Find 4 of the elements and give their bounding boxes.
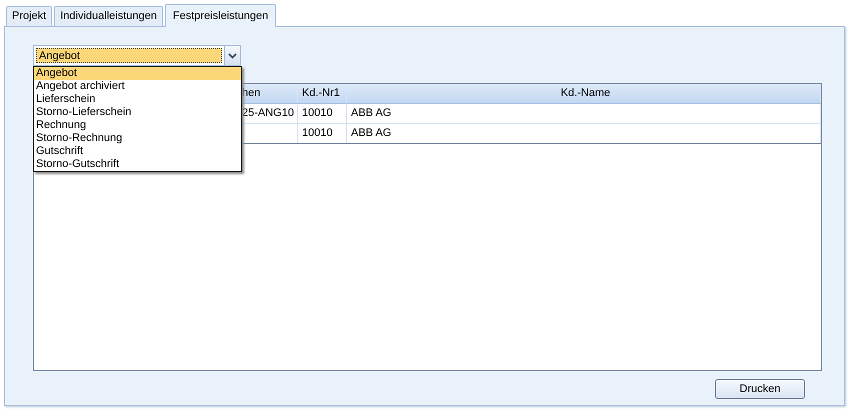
table-cell: 10010: [298, 104, 347, 123]
table-cell: 10010: [298, 124, 347, 143]
table-cell: ABB AG: [347, 124, 821, 143]
table-cell: ABB AG: [347, 104, 821, 123]
